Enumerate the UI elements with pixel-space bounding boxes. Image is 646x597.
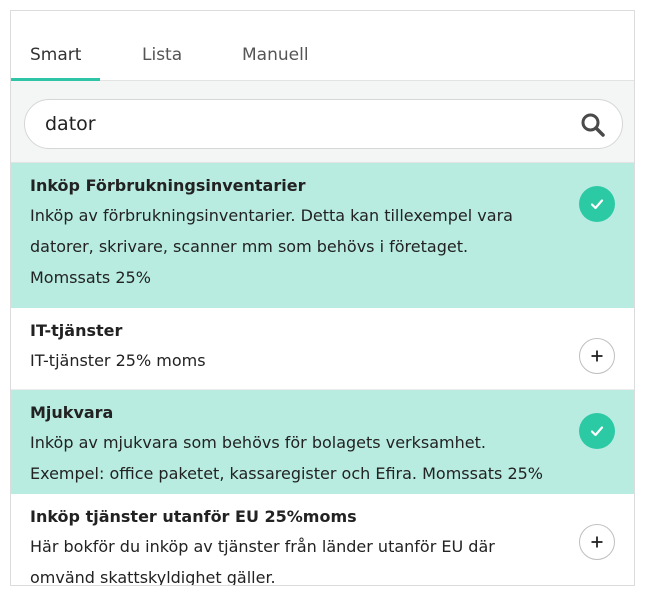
result-description-line: Inköp av mjukvara som behövs för bolaget… bbox=[30, 433, 486, 452]
plus-icon bbox=[591, 536, 603, 548]
result-item[interactable]: Inköp tjänster utanför EU 25%moms Här bok… bbox=[11, 494, 634, 586]
result-description-line: datorer, skrivare, scanner mm som behövs… bbox=[30, 237, 469, 256]
result-item[interactable]: Inköp Förbrukningsinventarier Inköp av fö… bbox=[11, 163, 634, 308]
result-title: IT-tjänster bbox=[30, 321, 123, 340]
result-description-line: Exempel: office paketet, kassaregister o… bbox=[30, 464, 544, 483]
selected-check-button[interactable] bbox=[579, 413, 615, 449]
search-icon[interactable] bbox=[580, 112, 606, 138]
result-description-line: omvänd skattskyldighet gäller. bbox=[30, 568, 276, 586]
result-title: Inköp Förbrukningsinventarier bbox=[30, 176, 306, 195]
account-picker-panel: Smart Lista Manuell Inköp Förbrukningsin… bbox=[10, 10, 635, 586]
tab-bar: Smart Lista Manuell bbox=[11, 11, 634, 81]
checkmark-icon bbox=[590, 199, 604, 210]
plus-icon bbox=[591, 350, 603, 362]
search-area bbox=[11, 81, 634, 163]
result-list: Inköp Förbrukningsinventarier Inköp av fö… bbox=[11, 163, 634, 586]
result-item[interactable]: IT-tjänster IT-tjänster 25% moms bbox=[11, 308, 634, 390]
result-description-line: Här bokför du inköp av tjänster från län… bbox=[30, 537, 495, 556]
tab-lista[interactable]: Lista bbox=[142, 45, 182, 65]
result-item[interactable]: Mjukvara Inköp av mjukvara som behövs för… bbox=[11, 390, 634, 494]
result-description-line: IT-tjänster 25% moms bbox=[30, 351, 206, 370]
selected-check-button[interactable] bbox=[579, 186, 615, 222]
result-title: Mjukvara bbox=[30, 403, 114, 422]
result-description-line: Inköp av förbrukningsinventarier. Detta … bbox=[30, 206, 513, 225]
result-title: Inköp tjänster utanför EU 25%moms bbox=[30, 507, 357, 526]
tab-smart[interactable]: Smart bbox=[11, 45, 102, 81]
add-button[interactable] bbox=[579, 338, 615, 374]
search-input[interactable] bbox=[45, 100, 565, 148]
add-button[interactable] bbox=[579, 524, 615, 560]
tab-manuell[interactable]: Manuell bbox=[242, 45, 309, 65]
checkmark-icon bbox=[590, 426, 604, 437]
search-box[interactable] bbox=[24, 99, 623, 149]
result-description-line: Momssats 25% bbox=[30, 268, 151, 287]
